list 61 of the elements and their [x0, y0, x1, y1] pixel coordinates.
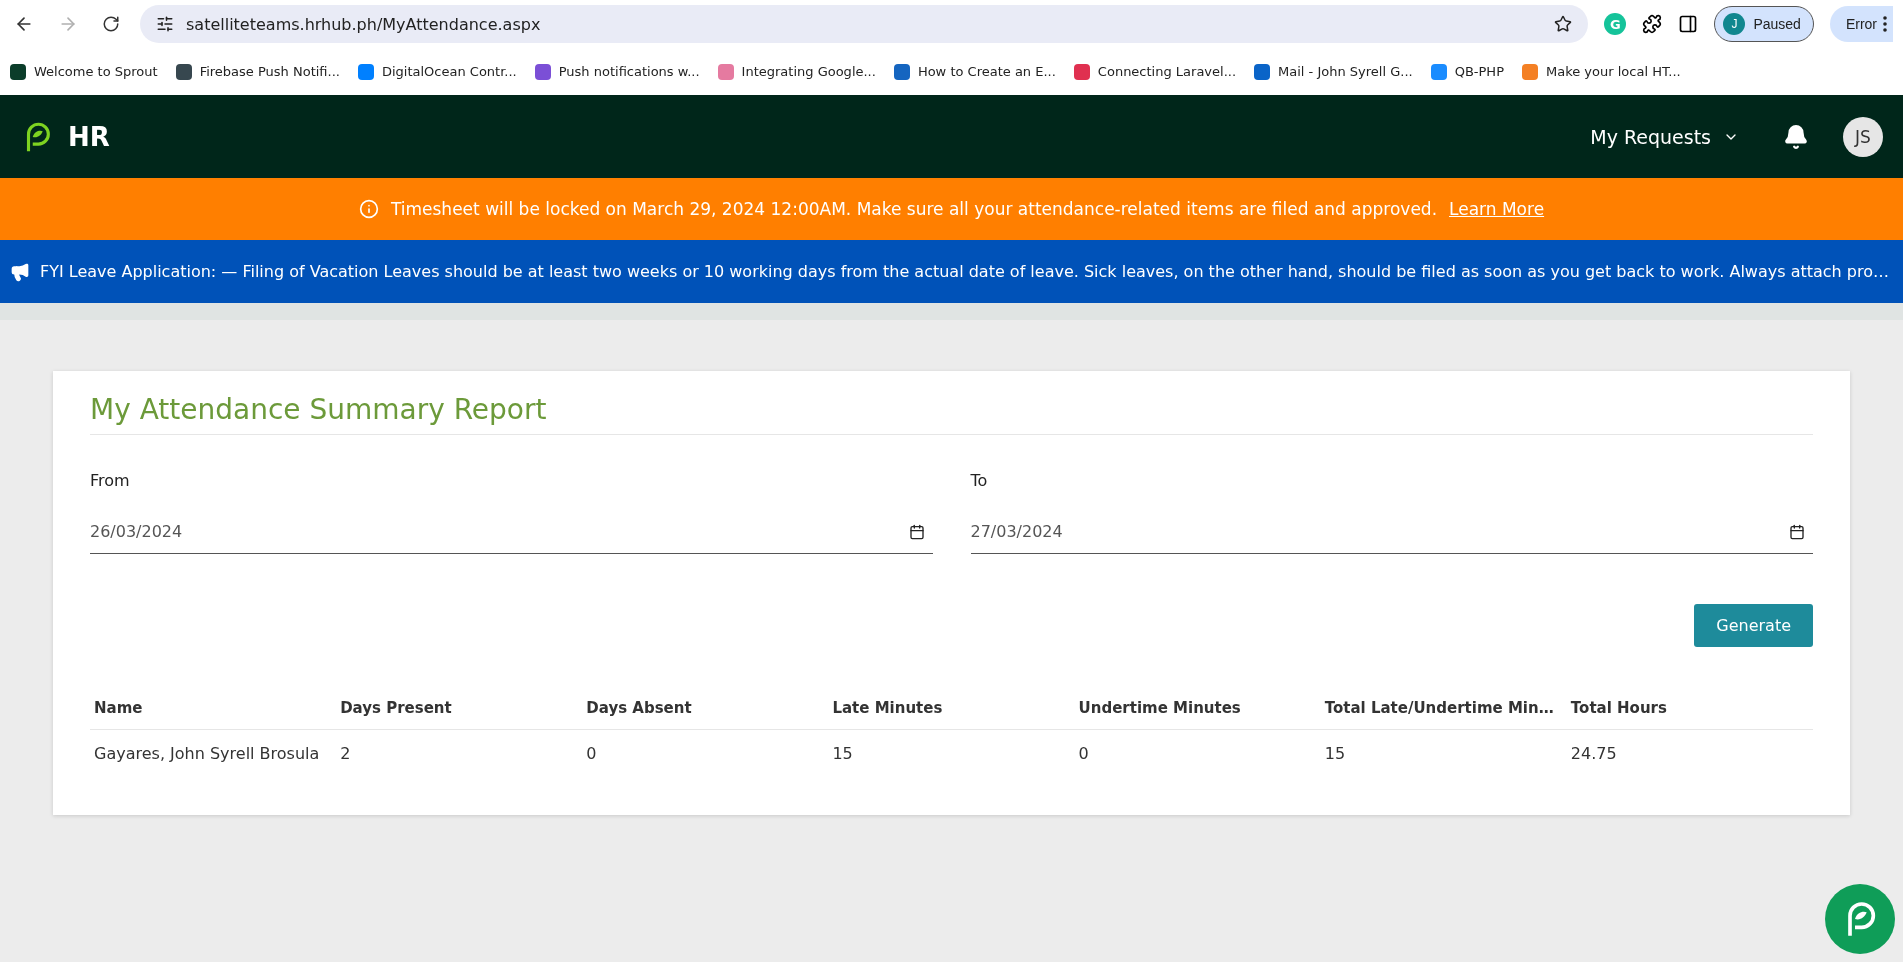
column-header: Days Present	[336, 687, 583, 730]
favicon-icon	[10, 63, 26, 80]
calendar-icon[interactable]	[908, 524, 925, 540]
date-label: To	[970, 471, 989, 490]
notification-bell-icon[interactable]	[1783, 123, 1809, 150]
reload-icon	[102, 15, 120, 33]
table-cell: 2	[336, 729, 583, 777]
table-cell: 15	[1320, 729, 1567, 777]
column-header: Undertime Minutes	[1074, 687, 1321, 730]
date-field[interactable]: 27/03/2024	[970, 510, 1813, 554]
report-title: My Attendance Summary Report	[90, 393, 1813, 435]
favicon-icon	[893, 63, 910, 80]
date-label: From	[90, 471, 131, 490]
megaphone-icon	[10, 261, 30, 282]
bookmark-link[interactable]: Firebase Push Notifi...	[175, 63, 340, 80]
calendar-icon[interactable]	[1789, 524, 1805, 540]
bookmark-link[interactable]: DigitalOcean Contr...	[357, 63, 517, 80]
lock-notice-text: Timesheet will be locked on March 29, 2024 12:00AM. Make sure all your attendance-related items are filed and approved.	[390, 199, 1438, 219]
favicon-icon	[1073, 63, 1090, 80]
generate-button[interactable]: Generate	[1694, 604, 1813, 647]
favicon-icon	[175, 63, 192, 80]
column-header: Late Minutes	[828, 687, 1075, 730]
bookmark-link[interactable]: Integrating Google...	[717, 63, 876, 80]
more-options-icon	[1883, 16, 1887, 32]
favicon-icon	[1430, 63, 1447, 80]
table-cell: 15	[828, 729, 1075, 777]
site-settings-icon[interactable]	[156, 15, 174, 33]
profile-button[interactable]: J Paused	[1714, 6, 1814, 42]
bookmark-link[interactable]: Welcome to Sprout	[10, 63, 158, 80]
bookmark-link[interactable]: Connecting Laravel...	[1073, 63, 1237, 80]
bookmark-link[interactable]: Mail - John Syrell G...	[1254, 63, 1413, 80]
favicon-icon	[357, 63, 374, 80]
brand-name: HR	[68, 121, 111, 152]
favicon-icon	[1254, 63, 1271, 80]
announcement-text: FYI Leave Application: — Filing of Vacation Leaves should be at least two weeks or 10 working days from the actual date of leave. Sick leaves, on the other hand, should be filed as soon as you get back to work. Always attach pro…	[40, 262, 1889, 281]
table-cell: 0	[582, 729, 829, 777]
bookmark-link[interactable]: QB-PHP	[1430, 63, 1504, 80]
column-header: Days Absent	[582, 687, 829, 730]
favicon-icon	[534, 63, 551, 80]
column-header: Total Hours	[1566, 687, 1813, 730]
table-cell: 0	[1074, 729, 1321, 777]
side-panel-icon[interactable]	[1678, 14, 1699, 34]
bookmark-link[interactable]: Push notifications w...	[534, 63, 700, 80]
favicon-icon	[1521, 63, 1538, 80]
info-icon	[358, 199, 379, 219]
column-header: Total Late/Undertime Min…	[1320, 687, 1567, 730]
table-cell: Gayares, John Syrell Brosula	[90, 729, 337, 777]
requests-menu[interactable]: My Requests	[1584, 124, 1745, 149]
favicon-icon	[717, 63, 734, 80]
user-avatar[interactable]: JS	[1843, 116, 1883, 157]
url-text: satelliteteams.hrhub.ph/MyAttendance.aspx	[186, 14, 542, 34]
profile-avatar: J	[1723, 13, 1746, 35]
bookmark-star-icon[interactable]	[1554, 15, 1573, 33]
date-field[interactable]: 26/03/2024	[90, 510, 933, 554]
table-cell: 24.75	[1566, 729, 1813, 777]
bookmark-link[interactable]: Make your local HT...	[1521, 63, 1681, 80]
error-button[interactable]: Error	[1829, 6, 1893, 42]
column-header: Name	[90, 687, 337, 730]
extensions-icon[interactable]	[1642, 14, 1663, 34]
address-bar[interactable]: satelliteteams.hrhub.ph/MyAttendance.aspx	[140, 5, 1589, 43]
bookmark-link[interactable]: How to Create an E...	[893, 63, 1056, 80]
